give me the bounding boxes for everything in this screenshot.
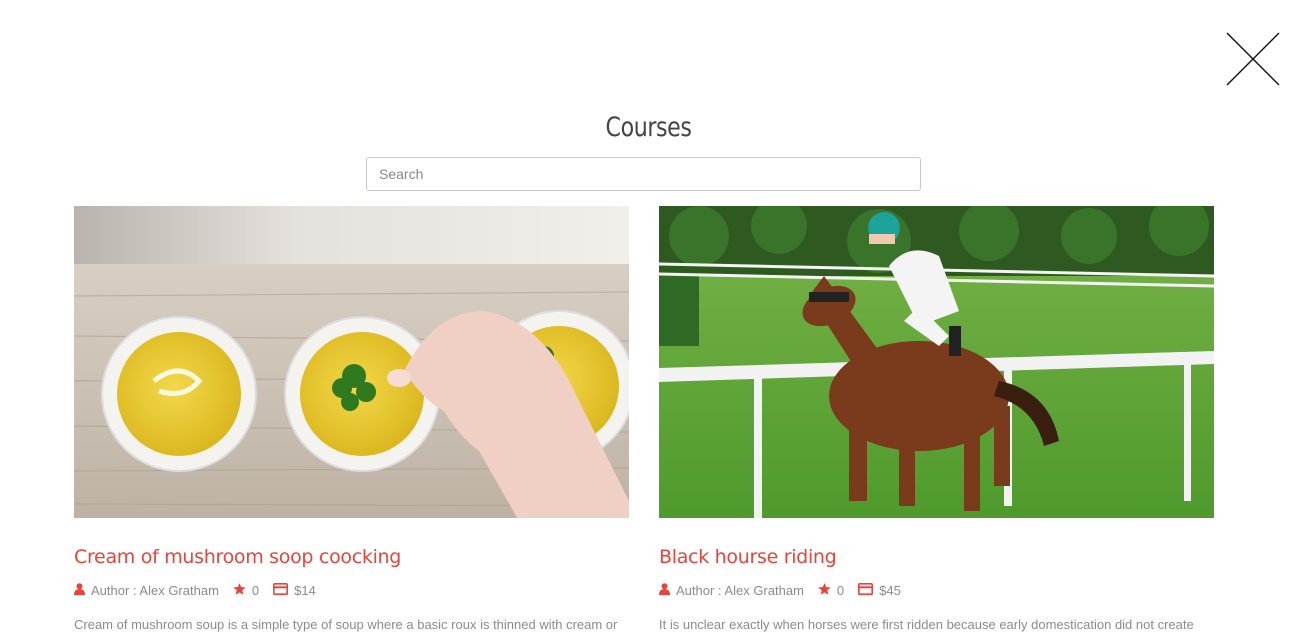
course-card: Black hourse riding Author : Alex Gratha… [659,206,1214,632]
credit-card-icon [858,582,874,598]
course-title[interactable]: Black hourse riding [659,546,1214,568]
course-price: $45 [879,582,901,598]
star-icon [233,582,246,598]
course-rating: 0 [251,582,260,598]
course-author: Author : Alex Gratham [91,582,219,598]
close-icon [1226,32,1280,86]
course-image[interactable] [659,206,1214,518]
close-button[interactable] [1225,31,1281,87]
user-icon [659,582,670,598]
course-card: Cream of mushroom soop coocking Author :… [74,206,629,632]
course-description: Cream of mushroom soup is a simple type … [74,617,618,632]
user-icon [74,582,85,598]
course-price: $14 [294,582,316,598]
course-meta: Author : Alex Gratham 0 $14 [74,582,629,598]
course-description: It is unclear exactly when horses were f… [659,617,1194,632]
course-author: Author : Alex Gratham [676,582,804,598]
course-meta: Author : Alex Gratham 0 $45 [659,582,1214,598]
credit-card-icon [273,582,289,598]
course-rating: 0 [836,582,845,598]
page-title: Courses [605,112,692,143]
search-input[interactable] [366,157,921,191]
course-title[interactable]: Cream of mushroom soop coocking [74,546,629,568]
star-icon [818,582,831,598]
course-image[interactable] [74,206,629,518]
